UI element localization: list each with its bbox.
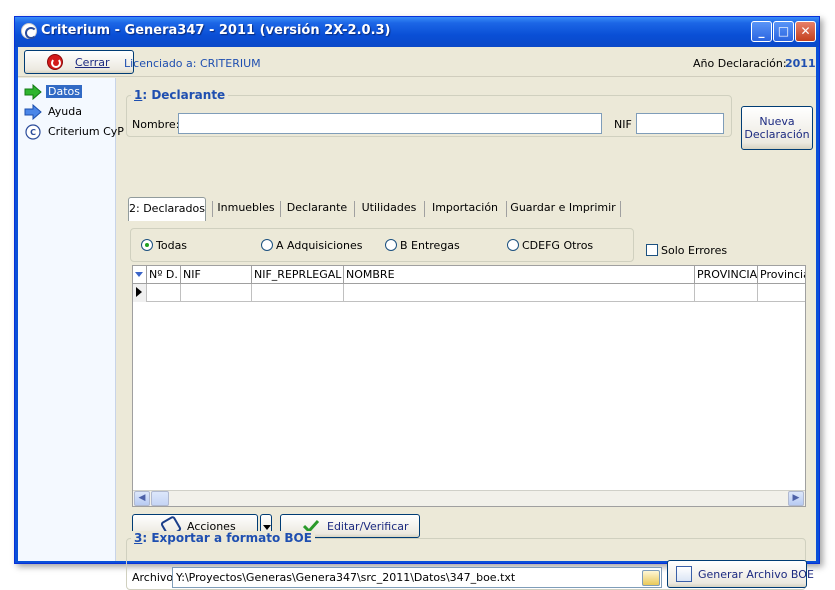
grid-cell[interactable] [344,284,695,302]
minimize-button[interactable]: _ [751,21,772,42]
client-area: Cerrar Licenciado a: CRITERIUM Año Decla… [18,47,816,590]
main-panel: 1: Declarante Nombre: NIF Nueva Declarac… [118,78,816,590]
sidebar-item-criterium-cyp[interactable]: C Criterium CyP [22,122,124,142]
maximize-button[interactable]: □ [773,21,794,42]
licencia-text: Licenciado a: CRITERIUM [124,57,261,70]
sidebar-item-ayuda[interactable]: Ayuda [22,102,112,122]
grid-column-header[interactable]: NOMBRE [344,266,695,284]
sort-down-icon [135,272,143,277]
tab-utilidades[interactable]: Utilidades [358,197,420,221]
tab-separator [212,201,213,217]
sidebar-item-label: Criterium CyP [48,125,124,138]
arrow-right-green-icon [24,84,42,100]
tab-guardar-imprimir[interactable]: Guardar e Imprimir [510,197,616,221]
tab-inmuebles[interactable]: Inmuebles [216,197,276,221]
nueva-line2: Declaración [744,128,810,141]
top-toolbar: Cerrar Licenciado a: CRITERIUM Año Decla… [18,47,816,77]
scroll-thumb[interactable] [151,491,169,506]
radio-entregas[interactable]: B Entregas [385,239,460,252]
window-title: Criterium - Genera347 - 2011 (versión 2X… [41,23,391,38]
sidebar: Datos Ayuda C Criterium CyP [18,78,124,561]
power-icon [47,54,63,70]
tab-separator [354,201,355,217]
close-button[interactable]: ✕ [795,21,816,42]
grid-cell[interactable] [147,284,181,302]
grid-cell[interactable] [695,284,758,302]
tab-importacion[interactable]: Importación [428,197,502,221]
chevron-down-icon [263,525,271,530]
declarados-grid[interactable]: Nº D. NIF NIF_REPRLEGAL NOMBRE PROVINCIA… [132,265,806,507]
grid-column-header[interactable]: NIF [181,266,252,284]
editar-label: Editar/Verificar [327,520,409,533]
nif-input[interactable] [636,113,724,134]
app-window: Criterium - Genera347 - 2011 (versión 2X… [14,16,820,590]
tab-separator [506,201,507,217]
grid-cell[interactable] [252,284,344,302]
nombre-label: Nombre: [132,118,180,131]
cerrar-label: Cerrar [75,56,110,69]
scroll-right-icon[interactable]: ▶ [788,491,804,506]
scroll-left-icon[interactable]: ◀ [134,491,150,506]
radio-adquisiciones[interactable]: A Adquisiciones [261,239,362,252]
anio-value: 2011 [785,57,816,70]
tab-separator [280,201,281,217]
solo-errores-checkbox[interactable]: Solo Errores [646,244,727,257]
svg-text:C: C [30,128,36,137]
declarante-group-title: 1: Declarante [131,88,229,102]
nombre-input[interactable] [178,113,602,134]
generar-archivo-boe-button[interactable]: Generar Archivo BOE [667,560,814,588]
cerrar-button[interactable]: Cerrar [24,50,134,74]
nif-label: NIF [614,118,632,131]
sidebar-item-datos[interactable]: Datos [22,82,112,102]
horizontal-scrollbar[interactable]: ◀ ▶ [133,490,805,506]
radio-dot [385,239,397,251]
criterium-cyp-icon: C [25,124,41,140]
tab-separator [620,201,621,217]
current-row-icon [136,287,142,297]
folder-open-icon[interactable] [642,570,660,586]
radio-dot [261,239,273,251]
filter-radio-group: Todas A Adquisiciones B Entregas CDEFG O… [130,228,634,262]
grid-column-header[interactable]: NIF_REPRLEGAL [252,266,344,284]
tab-separator [424,201,425,217]
radio-otros[interactable]: CDEFG Otros [507,239,593,252]
sidebar-item-label: Ayuda [48,105,82,118]
radio-todas[interactable]: Todas [141,239,187,252]
row-indicator[interactable] [133,284,147,302]
document-edit-icon [676,566,692,582]
generar-label: Generar Archivo BOE [698,568,814,581]
title-bar[interactable]: Criterium - Genera347 - 2011 (versión 2X… [15,17,819,47]
app-logo-icon [21,23,37,39]
grid-column-header[interactable]: Nº D. [147,266,181,284]
radio-dot [507,239,519,251]
table-row[interactable] [133,284,805,302]
grid-cell[interactable] [181,284,252,302]
grid-column-header[interactable]: PROVINCIA [695,266,758,284]
radio-dot [141,239,153,251]
checkbox-box [646,244,658,256]
tab-declarados[interactable]: 2: Declarados [128,197,206,221]
grid-cell[interactable] [758,284,805,302]
nueva-declaracion-button[interactable]: Nueva Declaración [741,106,813,150]
nueva-line1: Nueva [759,115,795,128]
grid-column-header[interactable]: Provincia [758,266,805,284]
tab-declarante[interactable]: Declarante [284,197,350,221]
anio-label: Año Declaración: [693,57,787,70]
exportar-group-title: 3: Exportar a formato BOE [131,531,315,545]
grid-header: Nº D. NIF NIF_REPRLEGAL NOMBRE PROVINCIA… [133,266,805,284]
arrow-right-blue-icon [24,104,42,120]
grid-corner[interactable] [133,266,147,284]
sidebar-item-label: Datos [46,85,82,98]
